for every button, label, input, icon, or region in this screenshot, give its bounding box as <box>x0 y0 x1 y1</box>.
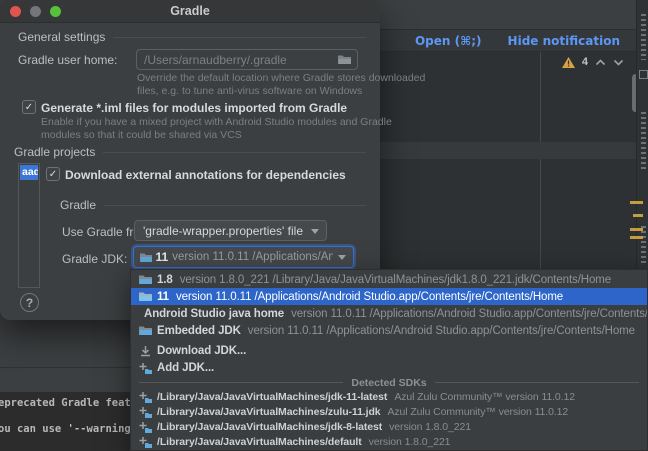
gradle-jdk-select[interactable]: 11 version 11.0.11 /Applications/Androi <box>133 246 354 268</box>
generate-iml-label[interactable]: Generate *.iml files for modules importe… <box>41 101 347 115</box>
traffic-lights <box>10 6 61 17</box>
detected-sdk-jdk-8-latest[interactable]: /Library/Java/JavaVirtualMachines/jdk-8-… <box>131 419 647 434</box>
check-icon: ✓ <box>49 169 57 180</box>
tool-window-button[interactable] <box>641 112 646 170</box>
detected-sdk-jdk-11-latest[interactable]: /Library/Java/JavaVirtualMachines/jdk-11… <box>131 389 647 404</box>
project-list-item[interactable]: aad <box>20 165 38 180</box>
chevron-up-icon[interactable] <box>595 59 606 66</box>
warning-cluster: 4 <box>562 56 624 68</box>
console-line: eprecated Gradle featu <box>0 397 137 409</box>
error-stripe-mark[interactable] <box>633 214 643 217</box>
dialog-title-bar[interactable]: Gradle <box>0 0 380 23</box>
tool-window-button[interactable] <box>641 226 646 266</box>
notification-bar: Open (⌘;) Hide notification <box>380 29 636 52</box>
jdk-option-embedded-jdk[interactable]: Embedded JDK version 11.0.11 /Applicatio… <box>131 322 647 339</box>
detected-sdks-header: Detected SDKs <box>131 376 647 389</box>
error-stripe-mark[interactable] <box>630 201 643 204</box>
open-link[interactable]: Open (⌘;) <box>415 34 482 48</box>
generate-iml-checkbox[interactable]: ✓ <box>22 100 36 114</box>
dropdown-arrow-icon <box>338 255 346 260</box>
warning-icon <box>562 57 575 68</box>
folder-icon <box>139 325 152 336</box>
folder-icon <box>139 291 152 302</box>
dropdown-arrow-icon <box>311 229 319 234</box>
folder-icon <box>140 252 152 263</box>
gradle-user-home-field[interactable]: /Users/arnaudberry/.gradle <box>136 49 358 70</box>
check-icon: ✓ <box>25 102 33 113</box>
error-stripe-mark[interactable] <box>630 236 643 239</box>
tool-window-button[interactable] <box>639 70 648 79</box>
minimize-button[interactable] <box>30 6 41 17</box>
use-gradle-from-select[interactable]: 'gradle-wrapper.properties' file <box>134 220 327 241</box>
gradle-jdk-value-detail: version 11.0.11 /Applications/Androi <box>172 251 333 263</box>
gradle-jdk-value-name: 11 <box>156 250 169 264</box>
detected-sdk-zulu-11[interactable]: /Library/Java/JavaVirtualMachines/zulu-1… <box>131 404 647 419</box>
zoom-button[interactable] <box>50 6 61 17</box>
gradle-user-home-label: Gradle user home: <box>18 53 117 67</box>
selected-row-band <box>380 142 636 159</box>
browse-folder-icon[interactable] <box>338 54 351 65</box>
jdk-option-11-selected[interactable]: 11 version 11.0.11 /Applications/Android… <box>131 288 647 305</box>
folder-icon <box>139 274 152 285</box>
tool-window-button[interactable] <box>641 14 646 60</box>
section-gradle-projects: Gradle projects <box>14 145 366 159</box>
add-folder-icon <box>139 406 152 418</box>
editor-pane: 4 <box>380 52 636 270</box>
detected-sdk-default[interactable]: /Library/Java/JavaVirtualMachines/defaul… <box>131 434 647 449</box>
error-stripe-mark[interactable] <box>630 228 643 231</box>
jdk-dropdown-popup: 1.8 version 1.8.0_221 /Library/Java/Java… <box>130 269 648 451</box>
console-line: ou can use '--warning- <box>0 423 137 435</box>
help-text: Override the default location where Grad… <box>137 72 425 84</box>
help-text: files, e.g. to tune anti-virus software … <box>137 85 362 97</box>
help-text: Enable if you have a mixed project with … <box>41 116 392 128</box>
help-button[interactable]: ? <box>20 293 39 312</box>
jdk-option-1-8[interactable]: 1.8 version 1.8.0_221 /Library/Java/Java… <box>131 271 647 288</box>
add-icon <box>139 362 152 374</box>
download-icon <box>139 345 152 357</box>
gradle-user-home-value: /Users/arnaudberry/.gradle <box>144 53 287 67</box>
add-folder-icon <box>139 436 152 448</box>
download-annotations-checkbox[interactable]: ✓ <box>46 167 60 181</box>
dialog-title: Gradle <box>170 4 210 18</box>
project-list[interactable]: aad <box>18 163 40 288</box>
help-text: modules so that it could be shared via V… <box>41 129 242 141</box>
gradle-jdk-label: Gradle JDK: <box>62 252 127 266</box>
add-folder-icon <box>139 421 152 433</box>
section-general-settings: General settings <box>18 30 366 44</box>
add-jdk-item[interactable]: Add JDK... <box>131 359 647 376</box>
close-button[interactable] <box>10 6 21 17</box>
jdk-option-android-studio-java-home[interactable]: Android Studio java home version 11.0.11… <box>131 305 647 322</box>
chevron-down-icon[interactable] <box>613 59 624 66</box>
warning-count: 4 <box>582 56 588 68</box>
pane-divider <box>540 52 541 270</box>
add-folder-icon <box>139 391 152 403</box>
use-gradle-from-value: 'gradle-wrapper.properties' file <box>143 224 303 238</box>
download-jdk-item[interactable]: Download JDK... <box>131 342 647 359</box>
hide-notification-link[interactable]: Hide notification <box>508 34 620 48</box>
screenshot-root: Open (⌘;) Hide notification 4 <box>0 0 648 451</box>
section-gradle: Gradle <box>60 198 366 212</box>
download-annotations-label[interactable]: Download external annotations for depend… <box>65 168 346 182</box>
